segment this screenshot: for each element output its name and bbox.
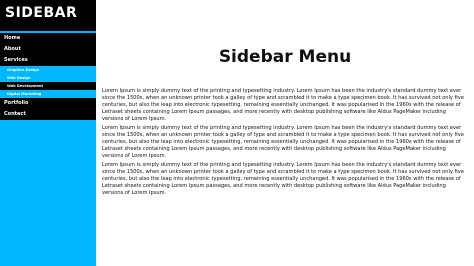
submenu-item-web-development[interactable]: Web Development xyxy=(0,82,96,90)
content-body: Lorem Ipsum is simply dummy text of the … xyxy=(102,88,464,199)
sidebar-item-about[interactable]: About xyxy=(0,44,96,55)
submenu-item-web-design[interactable]: Web Design xyxy=(0,74,96,82)
paragraph: Lorem Ipsum is simply dummy text of the … xyxy=(102,125,464,159)
submenu-item-graphics-design[interactable]: Grapihcs Design xyxy=(0,66,96,74)
sidebar-title: SIDEBAR xyxy=(5,5,78,21)
sidebar: SIDEBAR Home About Services Grapihcs Des… xyxy=(0,0,96,266)
services-submenu: Grapihcs Design Web Design Web Developme… xyxy=(0,66,96,98)
services-submenu-wrapper: Grapihcs Design Web Design Web Developme… xyxy=(0,66,96,98)
paragraph: Lorem Ipsum is simply dummy text of the … xyxy=(102,162,464,196)
submenu-item-digital-marketing[interactable]: Digital Marketing xyxy=(0,90,96,98)
paragraph: Lorem Ipsum is simply dummy text of the … xyxy=(102,88,464,122)
sidebar-header: SIDEBAR xyxy=(0,0,96,31)
sidebar-menu: Home About Services Grapihcs Design Web … xyxy=(0,33,96,120)
sidebar-item-home[interactable]: Home xyxy=(0,33,96,44)
main-content: Sidebar Menu Lorem Ipsum is simply dummy… xyxy=(96,0,474,266)
sidebar-item-services[interactable]: Services xyxy=(0,55,96,66)
sidebar-item-portfolio[interactable]: Portfolio xyxy=(0,98,96,109)
page-title: Sidebar Menu xyxy=(218,47,352,67)
sidebar-item-contact[interactable]: Contact xyxy=(0,109,96,120)
